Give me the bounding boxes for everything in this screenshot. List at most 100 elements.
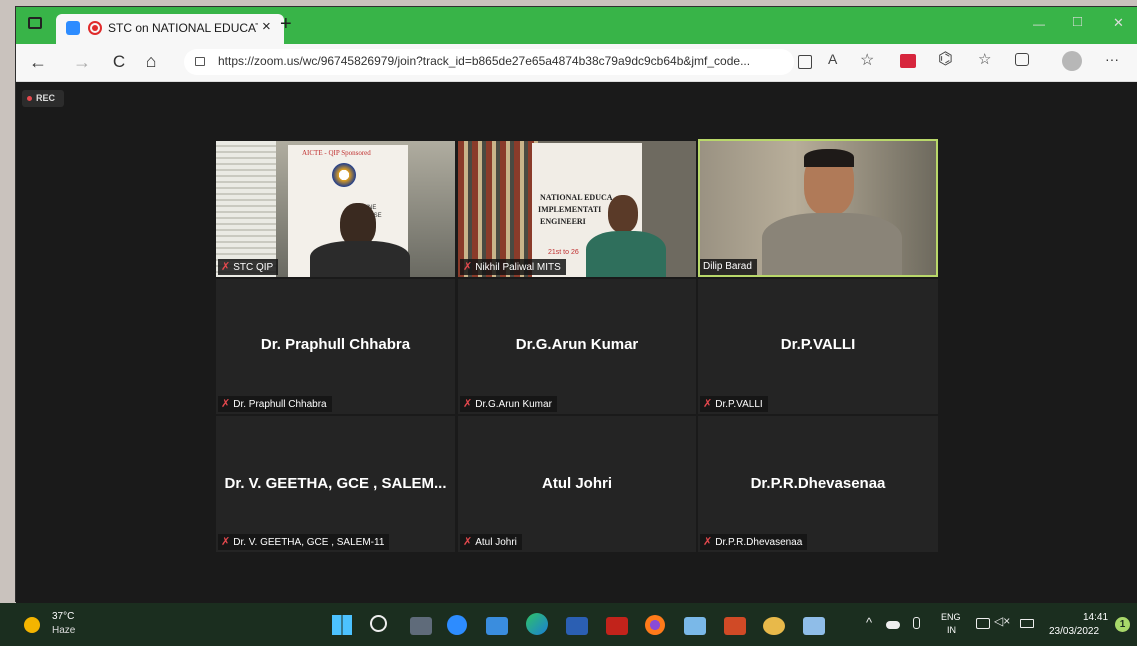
browser-window: STC on NATIONAL EDUCATI × + — □ ✕ ← → C … [15, 6, 1137, 603]
tab-zoom[interactable]: STC on NATIONAL EDUCATI × [56, 14, 284, 44]
word-app-icon[interactable] [566, 617, 588, 635]
mic-muted-icon: ✗ [221, 536, 231, 548]
person-head [608, 195, 638, 233]
weather-sun-icon[interactable] [24, 617, 40, 633]
extensions-icon[interactable]: ⌬ [938, 49, 953, 69]
favorite-star-icon[interactable]: ☆ [860, 50, 874, 70]
extension-red-icon[interactable] [900, 54, 916, 68]
video-tile-stc-qip[interactable]: AICTE - QIP Sponsored ONLINE COURSE ✗STC… [216, 141, 455, 277]
mic-muted-icon: ✗ [703, 398, 713, 410]
maximize-button[interactable]: □ [1073, 13, 1082, 30]
clock-date: 23/03/2022 [1049, 626, 1100, 637]
person-body [586, 231, 666, 277]
onedrive-cloud-icon[interactable] [886, 621, 900, 629]
acrobat-app-icon[interactable] [606, 617, 628, 635]
new-tab-button[interactable]: + [280, 13, 292, 36]
task-view-icon[interactable] [410, 617, 432, 635]
lock-icon [195, 57, 205, 66]
participant-name-caption: ✗ Atul Johri [460, 534, 522, 550]
read-aloud-icon[interactable]: A [828, 51, 837, 67]
mic-muted-icon: ✗ [463, 398, 473, 410]
mic-muted-icon: ✗ [703, 536, 713, 548]
taskbar: 37°C Haze ^ ENG IN ◁× 14:41 23/03/2022 1 [0, 603, 1137, 646]
banner-logo-icon [332, 163, 356, 187]
participant-tile[interactable]: Dr. V. GEETHA, GCE , SALEM... ✗ Dr. V. GE… [216, 416, 455, 552]
participant-tile[interactable]: Dr. Praphull Chhabra ✗ Dr. Praphull Chhab… [216, 279, 455, 414]
notification-badge[interactable]: 1 [1115, 617, 1130, 632]
favorites-list-icon[interactable]: ☆ [978, 50, 991, 68]
person-body [762, 213, 902, 275]
volume-muted-icon[interactable]: ◁× [994, 614, 1010, 628]
tab-actions-icon[interactable] [28, 17, 42, 29]
zoom-meeting-view: REC AICTE - QIP Sponsored ONLINE COURSE … [16, 82, 1137, 603]
person-head [804, 149, 854, 215]
participant-tile[interactable]: Dr.G.Arun Kumar ✗ Dr.G.Arun Kumar [458, 279, 696, 414]
paint-app-icon[interactable] [763, 617, 785, 635]
participant-display-name: Dr. Praphull Chhabra [260, 336, 411, 353]
tab-bar: STC on NATIONAL EDUCATI × + — □ ✕ [16, 7, 1137, 44]
participant-display-name: Dr.G.Arun Kumar [515, 336, 639, 353]
battery-icon[interactable] [1020, 619, 1034, 628]
participant-name-caption: ✗ Dr. Praphull Chhabra [218, 396, 332, 412]
banner-text-line: AICTE - QIP Sponsored [302, 149, 371, 157]
person-body [310, 241, 410, 277]
participant-name-caption: ✗ Dr. V. GEETHA, GCE , SALEM-11 [218, 534, 390, 550]
participant-display-name: Atul Johri [542, 475, 612, 492]
bookshelf-background [458, 141, 538, 277]
window-blinds [216, 141, 276, 277]
mic-muted-icon: ✗ [463, 536, 473, 548]
edge-browser-icon[interactable] [526, 613, 548, 635]
participant-name-caption: ✗ Dr.P.VALLI [700, 396, 768, 412]
powerpoint-app-icon[interactable] [724, 617, 746, 635]
url-field[interactable]: https://zoom.us/wc/96745826979/join?trac… [184, 49, 794, 75]
participant-name-caption: ✗ Nikhil Paliwal MITS [460, 259, 566, 275]
recording-icon [88, 21, 102, 35]
address-bar: ← → C ⌂ https://zoom.us/wc/96745826979/j… [16, 44, 1137, 82]
participant-name-caption: ✗ STC QIP [218, 259, 279, 275]
minimize-button[interactable]: — [1033, 17, 1045, 31]
video-tile-dilip-barad[interactable]: Dilip Barad [698, 139, 938, 277]
tab-title: STC on NATIONAL EDUCATI [108, 21, 258, 35]
language-top[interactable]: ENG [941, 612, 961, 622]
tab-close-icon[interactable]: × [262, 18, 271, 35]
refresh-icon[interactable]: C [108, 52, 130, 72]
participant-name-caption: ✗ Dr.P.R.Dhevasenaa [700, 534, 808, 550]
tray-overflow-icon[interactable]: ^ [866, 615, 872, 630]
rec-indicator[interactable]: REC [22, 90, 64, 107]
firefox-app-icon[interactable] [645, 615, 665, 635]
reader-view-icon[interactable] [798, 55, 812, 69]
rec-label: REC [36, 93, 56, 103]
participant-tile[interactable]: Atul Johri ✗ Atul Johri [458, 416, 696, 552]
participant-display-name: Dr.P.VALLI [780, 336, 856, 353]
search-icon[interactable] [370, 615, 387, 632]
participant-tile[interactable]: Dr.P.VALLI ✗ Dr.P.VALLI [698, 279, 938, 414]
chat-app-icon[interactable] [486, 617, 508, 635]
close-window-button[interactable]: ✕ [1113, 15, 1124, 31]
participant-display-name: Dr. V. GEETHA, GCE , SALEM... [224, 475, 447, 492]
zoom-favicon-icon [66, 21, 80, 35]
banner-text-line: 21st to 26 [548, 249, 579, 256]
forward-icon[interactable]: → [71, 52, 93, 72]
url-text: https://zoom.us/wc/96745826979/join?trac… [218, 54, 751, 68]
start-windows-icon[interactable] [332, 615, 352, 635]
rec-dot-icon [27, 96, 32, 101]
microphone-icon[interactable] [913, 617, 920, 629]
mic-muted-icon: ✗ [221, 398, 231, 410]
notes-app-icon[interactable] [803, 617, 825, 635]
profile-avatar[interactable] [1062, 51, 1082, 71]
collections-icon[interactable] [1015, 53, 1029, 66]
banner-text-line: IMPLEMENTATI [538, 205, 602, 214]
language-bottom: IN [947, 625, 956, 635]
weather-temp[interactable]: 37°C [52, 611, 74, 622]
network-icon[interactable] [976, 618, 990, 629]
home-icon[interactable]: ⌂ [140, 51, 162, 71]
video-tile-nikhil-paliwal[interactable]: NATIONAL EDUCA IMPLEMENTATI ENGINEERI 21… [458, 141, 696, 277]
explorer-app-icon[interactable] [684, 617, 706, 635]
clock-time[interactable]: 14:41 [1083, 612, 1108, 623]
zoom-app-icon[interactable] [447, 615, 467, 635]
more-menu-icon[interactable]: ··· [1105, 51, 1119, 67]
back-icon[interactable]: ← [27, 52, 49, 72]
participant-tile[interactable]: Dr.P.R.Dhevasenaa ✗ Dr.P.R.Dhevasenaa [698, 416, 938, 552]
participant-name-caption: Dilip Barad [700, 259, 757, 275]
banner-text-line: NATIONAL EDUCA [540, 193, 613, 202]
